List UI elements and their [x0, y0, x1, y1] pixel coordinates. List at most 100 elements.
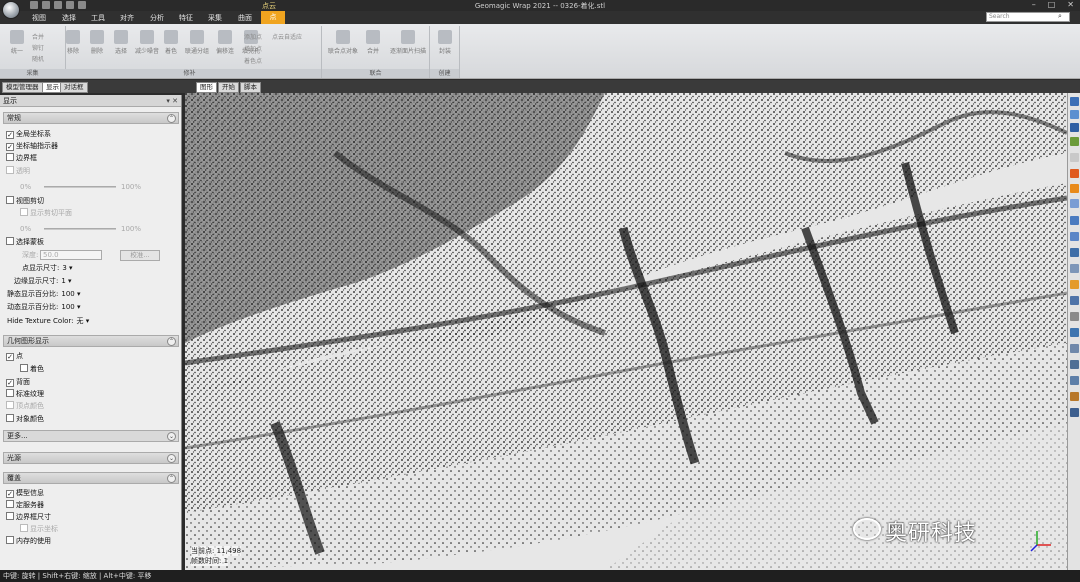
- progressive-scan-button[interactable]: 逐渐面片扫描: [388, 30, 428, 55]
- checkbox-icon[interactable]: [6, 196, 14, 204]
- tab-capture[interactable]: 采集: [208, 13, 222, 23]
- show-clip-plane-checkbox[interactable]: 显示剪切平面: [20, 208, 72, 218]
- checkbox-icon[interactable]: [6, 401, 14, 409]
- random-small-button[interactable]: 随机: [32, 54, 44, 63]
- checkbox-icon[interactable]: ✓: [6, 379, 14, 387]
- section-general-header[interactable]: 常规 ⌃: [3, 112, 179, 124]
- orientation-icon[interactable]: [1070, 199, 1079, 208]
- tab-start[interactable]: 开始: [218, 82, 239, 93]
- global-axes-checkbox[interactable]: ✓ 全局坐标系: [6, 129, 51, 139]
- depth-input[interactable]: 50.0: [40, 250, 102, 260]
- measure-icon[interactable]: [1070, 296, 1079, 305]
- checkbox-icon[interactable]: ✓: [6, 353, 14, 361]
- remove-button[interactable]: 移除: [60, 30, 86, 55]
- render-icon[interactable]: [1070, 184, 1079, 193]
- tab-graphics[interactable]: 图形: [196, 82, 217, 93]
- clip-icon[interactable]: [1070, 360, 1079, 369]
- tab-select[interactable]: 选择: [62, 13, 76, 23]
- coloring-checkbox[interactable]: 着色: [20, 364, 44, 374]
- select-mask-checkbox[interactable]: 选择蒙板: [6, 237, 44, 247]
- bbox-size-checkbox[interactable]: 边界框尺寸: [6, 512, 51, 522]
- rivet-small-button[interactable]: 铆钉: [32, 43, 44, 52]
- delete-button[interactable]: 删除: [84, 30, 110, 55]
- tab-view[interactable]: 视图: [32, 13, 46, 23]
- bounding-box-checkbox[interactable]: 边界框: [6, 153, 37, 163]
- pin-icon[interactable]: ▾: [166, 97, 170, 105]
- brush-icon[interactable]: [1070, 248, 1079, 257]
- backface-checkbox[interactable]: ✓ 背面: [6, 377, 30, 387]
- increase-point-small-button[interactable]: 增加点: [244, 44, 262, 53]
- zoom-icon[interactable]: [1070, 153, 1079, 162]
- checkbox-icon[interactable]: [6, 536, 14, 544]
- tab-align[interactable]: 对齐: [120, 13, 134, 23]
- checkbox-icon[interactable]: [6, 389, 14, 397]
- view-fit-icon[interactable]: [1070, 97, 1079, 106]
- server-checkbox[interactable]: 定服务器: [6, 500, 44, 510]
- memory-usage-checkbox[interactable]: 内存的使用: [6, 536, 51, 546]
- projection-small-button[interactable]: 点云自适应: [272, 32, 302, 41]
- layer-icon[interactable]: [1070, 376, 1079, 385]
- points-checkbox[interactable]: ✓ 点: [6, 351, 23, 361]
- collapse-icon[interactable]: ⌃: [167, 114, 176, 123]
- maximize-icon[interactable]: □: [1048, 0, 1056, 9]
- checkbox-icon[interactable]: ✓: [6, 490, 14, 498]
- color-point-small-button[interactable]: 着色点: [244, 56, 262, 65]
- axis-indicator-checkbox[interactable]: ✓ 坐标轴指示器: [6, 141, 58, 151]
- tab-dialog[interactable]: 对话框: [60, 82, 88, 93]
- show-coords-checkbox[interactable]: 显示坐标: [20, 524, 58, 534]
- minimize-icon[interactable]: –: [1032, 0, 1036, 9]
- select-mode-icon[interactable]: [1070, 216, 1079, 225]
- dynamic-pct-dropdown[interactable]: 100: [61, 302, 80, 312]
- settings-icon[interactable]: [1070, 408, 1079, 417]
- shading-button[interactable]: 着色: [158, 30, 184, 55]
- static-pct-dropdown[interactable]: 100: [61, 289, 80, 299]
- tab-analysis[interactable]: 分析: [150, 13, 164, 23]
- box-select-icon[interactable]: [1070, 264, 1079, 273]
- panel-close-icon[interactable]: ✕: [172, 97, 178, 105]
- clip-slider[interactable]: [44, 228, 116, 230]
- camera-icon[interactable]: [1070, 344, 1079, 353]
- view-iso-icon[interactable]: [1070, 137, 1079, 146]
- light-icon[interactable]: [1070, 328, 1079, 337]
- combine-point-objects-button[interactable]: 联合点对象: [326, 30, 360, 55]
- checkbox-icon[interactable]: [20, 364, 28, 372]
- collapse-icon[interactable]: ⌃: [167, 337, 176, 346]
- checkbox-icon[interactable]: [6, 500, 14, 508]
- edge-size-dropdown[interactable]: 1: [61, 276, 71, 286]
- tab-tools[interactable]: 工具: [91, 13, 105, 23]
- checkbox-icon[interactable]: [20, 208, 28, 216]
- checkbox-icon[interactable]: [20, 524, 28, 532]
- expand-icon[interactable]: ⌄: [167, 454, 176, 463]
- color-map-icon[interactable]: [1070, 392, 1079, 401]
- checkbox-icon[interactable]: [6, 237, 14, 245]
- view-front-icon[interactable]: [1070, 110, 1079, 119]
- search-icon[interactable]: ⌕: [1058, 12, 1062, 21]
- lasso-icon[interactable]: [1070, 232, 1079, 241]
- model-info-checkbox[interactable]: ✓ 模型信息: [6, 488, 44, 498]
- standard-texture-checkbox[interactable]: 标准纹理: [6, 389, 44, 399]
- add-point-small-button[interactable]: 添加点: [244, 32, 262, 41]
- connected-group-button[interactable]: 联通分组: [182, 30, 212, 55]
- checkbox-icon[interactable]: [6, 166, 14, 174]
- checkbox-icon[interactable]: ✓: [6, 131, 14, 139]
- checkbox-icon[interactable]: [6, 153, 14, 161]
- grid-icon[interactable]: [1070, 312, 1079, 321]
- collapse-icon[interactable]: ⌃: [167, 474, 176, 483]
- tab-point-active[interactable]: 点: [261, 11, 285, 24]
- section-lighting-header[interactable]: 光源 ⌄: [3, 452, 179, 464]
- checkbox-icon[interactable]: [6, 512, 14, 520]
- expand-icon[interactable]: ⌄: [167, 432, 176, 441]
- tab-script[interactable]: 脚本: [240, 82, 261, 93]
- merge-small-button[interactable]: 合并: [32, 32, 44, 41]
- wrap-button[interactable]: 封装: [432, 30, 458, 55]
- checkbox-icon[interactable]: [6, 414, 14, 422]
- point-size-dropdown[interactable]: 3: [62, 263, 72, 273]
- tab-features[interactable]: 特征: [179, 13, 193, 23]
- hide-texture-dropdown[interactable]: 无: [77, 316, 90, 326]
- section-geometry-header[interactable]: 几何图形显示 ⌃: [3, 335, 179, 347]
- checkbox-icon[interactable]: ✓: [6, 143, 14, 151]
- view-clip-checkbox[interactable]: 视图剪切: [6, 196, 44, 206]
- 3d-viewport[interactable]: 当前点: 11,498 帧数时间: 1 奥研科技: [185, 93, 1067, 570]
- close-icon[interactable]: ✕: [1067, 0, 1074, 9]
- more-options-button[interactable]: 更多... ⌄: [3, 430, 179, 442]
